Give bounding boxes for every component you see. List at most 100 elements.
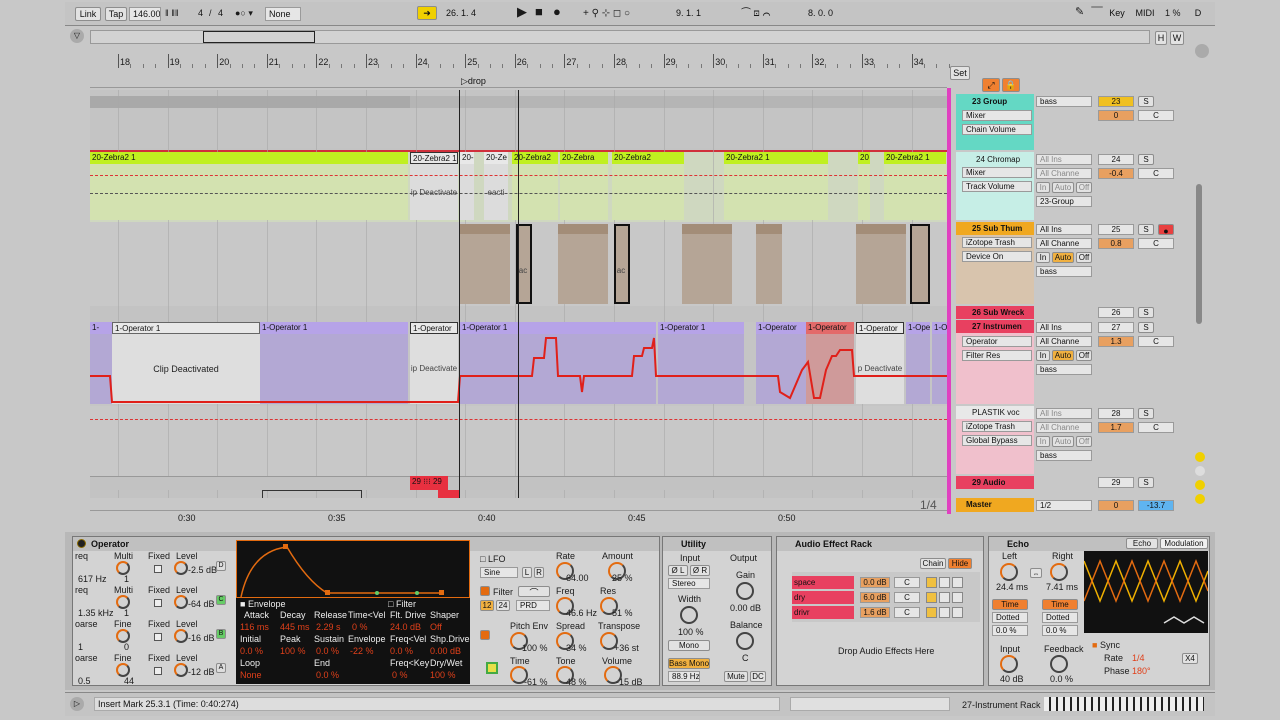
osc-param-b-value[interactable]: 44 (124, 676, 134, 687)
bass-mono-button[interactable]: Bass Mono (668, 658, 710, 669)
track-param-select[interactable]: Chain Volume (962, 124, 1032, 135)
link-lr-button[interactable]: ⇔ (1030, 568, 1042, 578)
pitch-env-toggle[interactable] (480, 630, 490, 640)
phase-left-button[interactable]: Ø L (668, 565, 688, 576)
osc-fixed-checkbox[interactable] (154, 599, 162, 607)
track-number-button[interactable]: 25 (1098, 224, 1134, 235)
filter-type-select[interactable]: ⌒ (518, 586, 550, 597)
bass-mono-freq[interactable]: 88.9 Hz (668, 671, 700, 682)
audio-clip[interactable]: 29 ⁝⁝⁝ 29 (410, 476, 448, 490)
width-knob[interactable] (680, 606, 698, 624)
bar-number[interactable]: 24 (418, 57, 428, 68)
speaker-icon[interactable] (926, 607, 937, 618)
zebra-clip[interactable]: 20-Zebra2 1 (410, 152, 458, 164)
decay-value[interactable]: 445 ms (280, 622, 310, 633)
monitor-off-button[interactable]: Off (1076, 350, 1092, 361)
track-input-select[interactable]: All Ins (1036, 322, 1092, 333)
bar-number[interactable]: 23 (368, 57, 378, 68)
side-icon-d[interactable] (1195, 494, 1205, 504)
right-offset[interactable]: 0.0 % (1042, 625, 1078, 636)
time-label[interactable]: 0:45 (628, 513, 646, 524)
right-sync-mode[interactable]: Dotted (1042, 612, 1078, 623)
echo-input-value[interactable]: 40 dB (1000, 674, 1024, 685)
bar-number[interactable]: 34 (914, 57, 924, 68)
track-input-select[interactable]: All Ins (1036, 408, 1092, 419)
solo-button[interactable]: S (1138, 322, 1154, 333)
tone-value[interactable]: 48 % (566, 677, 587, 688)
loop-value[interactable]: None (240, 670, 262, 681)
bar-number[interactable]: 22 (318, 57, 328, 68)
mini-keyboard[interactable] (1044, 697, 1204, 711)
attack-value[interactable]: 116 ms (240, 622, 269, 633)
oscillator-select-button[interactable]: C (216, 595, 226, 605)
overview-w-button[interactable]: W (1170, 31, 1184, 45)
track-output-select[interactable]: bass (1036, 266, 1092, 277)
monitor-in-button[interactable]: In (1036, 350, 1050, 361)
phase-right-button[interactable]: Ø R (690, 565, 710, 576)
punch-loop-icon[interactable]: ⏜ ⊡ ⌒ (741, 8, 770, 19)
sub-thumb-clip[interactable] (856, 224, 906, 304)
track-output-select[interactable]: 23-Group (1036, 196, 1092, 207)
osc-level-knob[interactable] (174, 663, 188, 677)
filter-tab[interactable]: □ Filter (388, 599, 416, 610)
transpose-value[interactable]: +36 st (614, 643, 639, 654)
chain-select-icon[interactable] (952, 577, 963, 588)
monitor-auto-button[interactable]: Auto (1052, 436, 1074, 447)
x4-button[interactable]: X4 (1182, 653, 1198, 664)
chain-name[interactable]: space (792, 576, 854, 589)
signature-denominator[interactable]: 4 (215, 7, 229, 19)
envelope-tab[interactable]: ■ Envelope (240, 599, 285, 610)
track-device-select[interactable]: iZotope Trash (962, 237, 1032, 248)
track-param-select[interactable]: Track Volume (962, 181, 1032, 192)
osc-param-a-value[interactable]: 1.35 kHz (78, 608, 114, 619)
monitor-off-button[interactable]: Off (1076, 252, 1092, 263)
volume-value[interactable]: -15 dB (616, 677, 643, 688)
shaper-value[interactable]: Off (430, 622, 442, 633)
echo-tab[interactable]: Echo (1126, 538, 1158, 549)
dc-button[interactable]: DC (750, 671, 766, 682)
sub-thumb-clip[interactable] (756, 224, 782, 304)
overview-viewport[interactable] (203, 31, 315, 43)
sub-thumb-clip[interactable] (614, 224, 630, 304)
lfo-wave-select[interactable]: Sine (480, 567, 518, 578)
track-output-select[interactable]: bass (1036, 364, 1092, 375)
sustain-value[interactable]: 0.0 % (316, 646, 339, 657)
track-number-button[interactable]: 28 (1098, 408, 1134, 419)
bar-number[interactable]: 32 (814, 57, 824, 68)
osc-level-knob[interactable] (174, 561, 188, 575)
osc-knob[interactable] (116, 595, 130, 609)
hide-button[interactable]: Hide (948, 558, 972, 569)
mixer-toggle-icon[interactable] (1195, 44, 1209, 58)
track-number-button[interactable]: 27 (1098, 322, 1134, 333)
track-number-button[interactable]: 26 (1098, 307, 1134, 318)
track-channel-select[interactable]: All Channe (1036, 422, 1092, 433)
track-name-27[interactable]: 27 Instrumen (972, 320, 1022, 333)
bar-number[interactable]: 31 (765, 57, 775, 68)
device-on-icon[interactable] (77, 539, 86, 548)
link-button[interactable]: Link (75, 7, 101, 21)
filter-24-button[interactable]: 24 (496, 600, 510, 611)
track-channel-select[interactable]: All Channe (1036, 238, 1092, 249)
monitor-off-button[interactable]: Off (1076, 182, 1092, 193)
rate-value[interactable]: 1/4 (1132, 653, 1145, 664)
volume-field[interactable]: 1.3 (1098, 336, 1134, 347)
osc-fixed-checkbox[interactable] (154, 565, 162, 573)
freqvel-value[interactable]: 0.0 % (390, 646, 413, 657)
release-value[interactable]: 2.29 s (316, 622, 341, 633)
track-name-25[interactable]: 25 Sub Thum (972, 222, 1022, 235)
osc-level-knob[interactable] (174, 629, 188, 643)
time-label[interactable]: 0:50 (778, 513, 796, 524)
automation-tools-icon[interactable]: + ⚲ ⊹ ◻ ○ (583, 8, 630, 19)
pan-field[interactable]: C (1138, 168, 1174, 179)
filter-12-button[interactable]: 12 (480, 600, 494, 611)
bar-number[interactable]: 29 (666, 57, 676, 68)
key-map-button[interactable] (1091, 6, 1103, 8)
chain-select-icon[interactable] (952, 607, 963, 618)
mixer-tools-button[interactable]: ⤢ (982, 78, 1000, 92)
bar-number[interactable]: 25 (467, 57, 477, 68)
signature-numerator[interactable]: 4 (195, 7, 209, 19)
monitor-in-button[interactable]: In (1036, 182, 1050, 193)
track-device-select[interactable]: Mixer (962, 167, 1032, 178)
loop-start-field[interactable]: 9. 1. 1 (673, 7, 735, 19)
solo-icon[interactable] (939, 607, 950, 618)
